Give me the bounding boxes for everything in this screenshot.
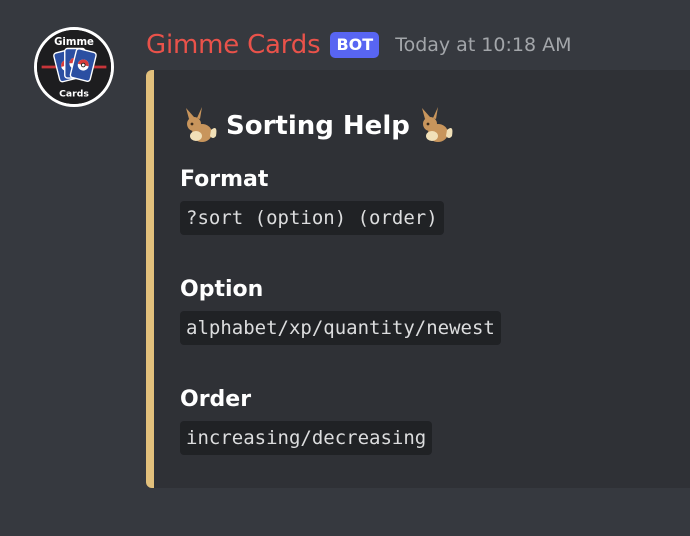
embed-title: Sorting Help [180,106,456,146]
chat-message: Gimme Cards Gimme Cards BOT Today at 10:… [0,0,690,536]
message-timestamp[interactable]: Today at 10:18 AM [395,34,571,56]
message-header: Gimme Cards BOT Today at 10:18 AM [146,26,572,64]
gimme-cards-logo-icon: Gimme Cards [37,30,111,104]
embed-card: Sorting Help Format ?sort (option) (orde… [146,70,690,488]
embed-title-text: Sorting Help [226,111,410,141]
field-name-option: Option [180,277,264,302]
field-value-format: ?sort (option) (order) [180,201,444,235]
field-value-option: alphabet/xp/quantity/newest [180,311,501,345]
eevee-icon [180,106,220,146]
bot-avatar[interactable]: Gimme Cards [34,27,114,107]
eevee-icon [416,106,456,146]
bot-badge: BOT [330,32,380,58]
author-username[interactable]: Gimme Cards [146,30,321,60]
field-name-order: Order [180,387,252,412]
avatar-text-bottom: Cards [59,89,89,100]
avatar-text-top: Gimme [54,37,94,48]
field-value-order: increasing/decreasing [180,421,433,455]
field-name-format: Format [180,167,269,192]
